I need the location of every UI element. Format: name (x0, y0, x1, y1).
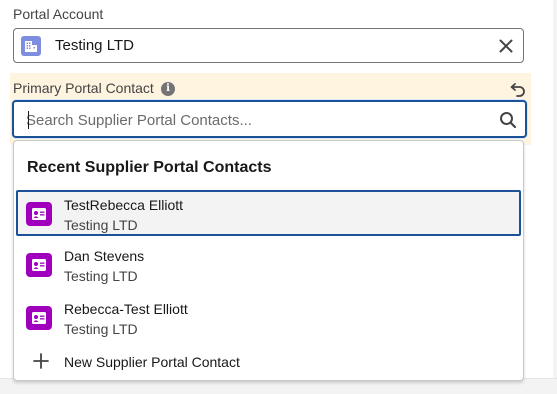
new-supplier-portal-contact-button[interactable]: New Supplier Portal Contact (16, 345, 521, 377)
plus-icon (32, 352, 50, 370)
contact-card-icon (26, 306, 52, 330)
contact-name: Rebecca-Test Elliott (64, 301, 188, 317)
list-item-dan-stevens[interactable]: Dan Stevens Testing LTD (16, 241, 521, 287)
list-item-testrebecca-elliott[interactable]: TestRebecca Elliott Testing LTD (16, 190, 521, 236)
info-icon[interactable]: i (161, 82, 175, 96)
portal-account-field[interactable]: Testing LTD (13, 28, 524, 63)
contact-card-icon (26, 202, 52, 226)
portal-account-value: Testing LTD (55, 37, 134, 54)
new-contact-label: New Supplier Portal Contact (64, 354, 240, 370)
contact-card-icon (26, 253, 52, 277)
page-edge (553, 0, 557, 393)
contact-account: Testing LTD (64, 321, 138, 337)
search-icon[interactable] (499, 111, 517, 129)
text-caret (28, 111, 29, 129)
list-item-rebecca-test-elliott[interactable]: Rebecca-Test Elliott Testing LTD (16, 294, 521, 340)
clear-selection-icon[interactable] (497, 37, 515, 55)
primary-portal-contact-label: Primary Portal Contact (13, 80, 154, 96)
account-building-icon (21, 36, 41, 56)
contact-name: TestRebecca Elliott (64, 197, 184, 213)
contact-lookup-dropdown: Recent Supplier Portal Contacts TestRebe… (13, 140, 524, 381)
dropdown-header: Recent Supplier Portal Contacts (27, 159, 272, 176)
contact-account: Testing LTD (64, 217, 138, 233)
contact-account: Testing LTD (64, 268, 138, 284)
contact-search-box[interactable] (12, 100, 527, 138)
contact-search-input[interactable] (26, 110, 476, 130)
undo-icon[interactable] (509, 80, 527, 98)
portal-account-label: Portal Account (13, 6, 104, 22)
contact-name: Dan Stevens (64, 248, 145, 264)
